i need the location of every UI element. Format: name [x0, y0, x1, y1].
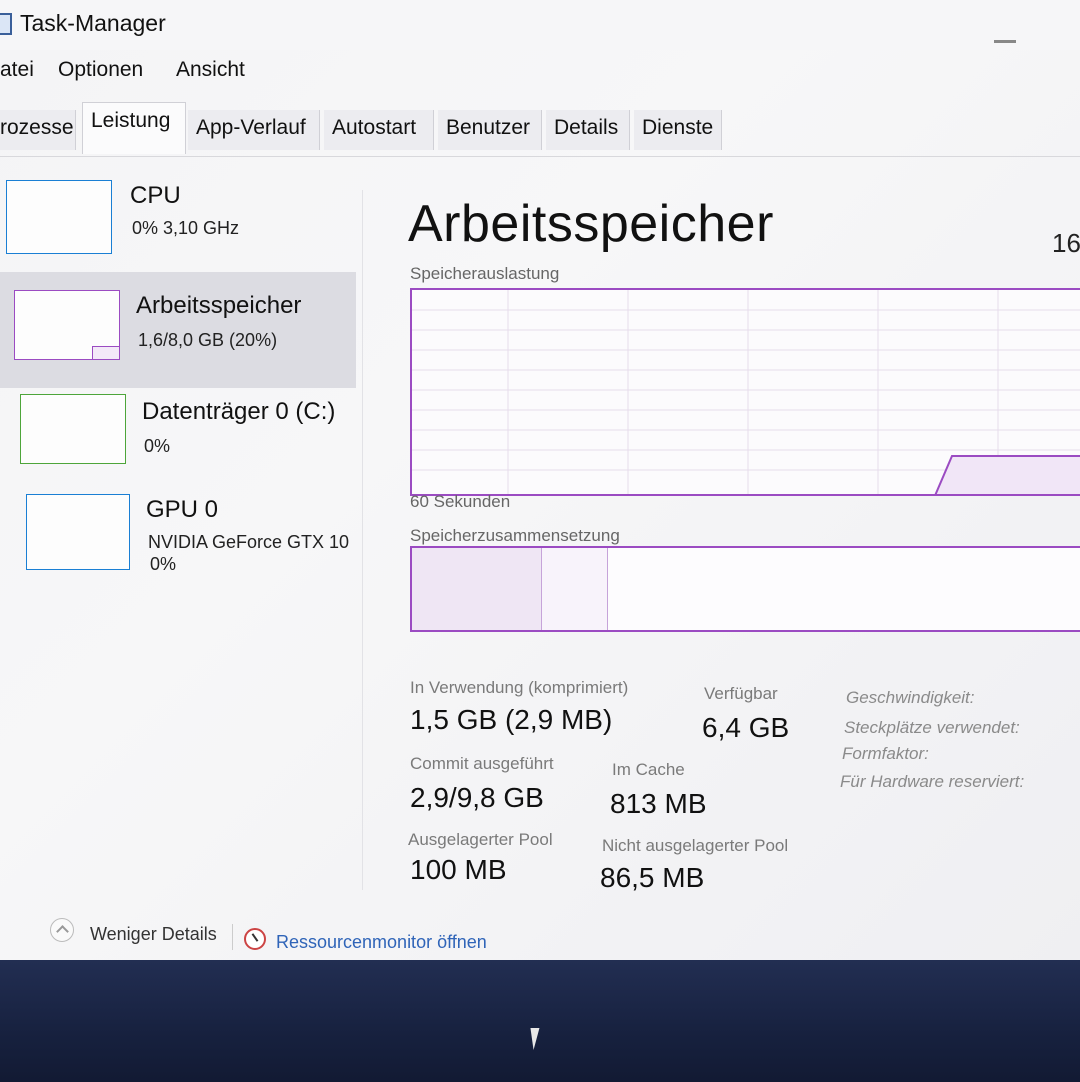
sidebar-item-label: CPU: [130, 182, 181, 209]
tab-benutzer[interactable]: Benutzer: [438, 110, 542, 150]
paged-pool-label: Ausgelagerter Pool: [408, 830, 553, 849]
memory-usage-graph: [410, 288, 1080, 496]
commit-label: Commit ausgeführt: [410, 754, 554, 773]
sidebar-item-cpu[interactable]: CPU 0% 3,10 GHz: [0, 170, 356, 270]
memory-usage-text: 1,6/8,0 GB (20%): [138, 330, 278, 350]
title-bar: Task-Manager: [0, 0, 1080, 50]
tab-prozesse[interactable]: rozesse: [0, 110, 76, 150]
sidebar-item-gpu[interactable]: GPU 0 NVIDIA GeForce GTX 10 0%: [0, 488, 356, 598]
tab-details[interactable]: Details: [546, 110, 630, 150]
cpu-thumbnail-graph: [6, 180, 112, 254]
window-title: Task-Manager: [20, 10, 166, 36]
time-axis-label: 60 Sekunden: [410, 492, 511, 511]
available-value: 6,4 GB: [702, 712, 790, 743]
memory-composition-bar: [410, 546, 1080, 632]
minimize-button[interactable]: [994, 40, 1016, 43]
tab-leistung[interactable]: Leistung: [82, 102, 186, 154]
speed-label: Geschwindigkeit:: [846, 688, 975, 707]
available-label: Verfügbar: [704, 684, 778, 703]
sidebar-item-label: Datenträger 0 (C:): [142, 398, 336, 425]
memory-thumbnail-fill: [92, 346, 119, 359]
nonpaged-pool-label: Nicht ausgelagerter Pool: [602, 836, 789, 855]
task-manager-app-icon: [0, 13, 12, 35]
memory-usage-graph-svg: [412, 290, 1080, 494]
footer-bar: Weniger Details Ressourcenmonitor öffnen: [0, 910, 1080, 962]
menu-datei[interactable]: atei: [0, 58, 34, 82]
memory-detail-panel: Arbeitsspeicher 16 Speicherauslastung 60…: [406, 180, 1080, 920]
cache-value: 813 MB: [610, 788, 707, 819]
tab-autostart[interactable]: Autostart: [324, 110, 434, 150]
menu-bar: atei Optionen Ansicht: [0, 58, 1080, 92]
composition-free: [608, 548, 1080, 630]
chevron-up-icon[interactable]: [50, 918, 74, 942]
cpu-usage-text: 0% 3,10 GHz: [132, 218, 240, 238]
sidebar-divider: [362, 190, 363, 890]
page-title: Arbeitsspeicher: [408, 195, 774, 253]
task-manager-window: Task-Manager atei Optionen Ansicht rozes…: [0, 0, 1080, 962]
in-use-value: 1,5 GB (2,9 MB): [410, 704, 613, 735]
resource-monitor-link[interactable]: Ressourcenmonitor öffnen: [276, 932, 487, 953]
menu-optionen[interactable]: Optionen: [58, 58, 143, 82]
hardware-reserved-label: Für Hardware reserviert:: [840, 772, 1025, 791]
disk-thumbnail-graph: [20, 394, 126, 464]
gpu-model-text: NVIDIA GeForce GTX 10: [148, 532, 350, 552]
tab-app-verlauf[interactable]: App-Verlauf: [188, 110, 320, 150]
performance-sidebar: CPU 0% 3,10 GHz Arbeitsspeicher 1,6/8,0 …: [0, 170, 362, 900]
footer-separator: [232, 924, 233, 950]
composition-label: Speicherzusammensetzung: [410, 526, 620, 545]
weniger-details-button[interactable]: Weniger Details: [90, 924, 217, 945]
sidebar-item-datentraeger[interactable]: Datenträger 0 (C:) 0%: [0, 388, 356, 488]
slots-label: Steckplätze verwendet:: [844, 718, 1020, 737]
disk-usage-text: 0%: [144, 436, 171, 456]
gpu-thumbnail-graph: [26, 494, 130, 570]
usage-graph-label: Speicherauslastung: [410, 264, 560, 283]
gpu-usage-text: 0%: [150, 554, 177, 574]
in-use-label: In Verwendung (komprimiert): [410, 678, 629, 697]
nonpaged-pool-value: 86,5 MB: [600, 862, 705, 893]
composition-in-use: [412, 548, 542, 630]
paged-pool-value: 100 MB: [410, 854, 507, 885]
tab-dienste[interactable]: Dienste: [634, 110, 722, 150]
menu-ansicht[interactable]: Ansicht: [176, 58, 245, 82]
resource-monitor-icon[interactable]: [244, 928, 266, 950]
memory-thumbnail-graph: [14, 290, 120, 360]
desktop-background: [0, 960, 1080, 1082]
commit-value: 2,9/9,8 GB: [410, 782, 544, 813]
tab-bar: rozesse Leistung App-Verlauf Autostart B…: [0, 100, 1080, 157]
sidebar-item-label: Arbeitsspeicher: [136, 292, 302, 319]
cache-label: Im Cache: [612, 760, 685, 779]
sidebar-item-label: GPU 0: [146, 496, 219, 523]
sidebar-item-arbeitsspeicher[interactable]: Arbeitsspeicher 1,6/8,0 GB (20%): [0, 272, 356, 388]
form-factor-label: Formfaktor:: [842, 744, 929, 763]
composition-modified: [542, 548, 608, 630]
total-memory-value: 16: [1052, 228, 1080, 258]
